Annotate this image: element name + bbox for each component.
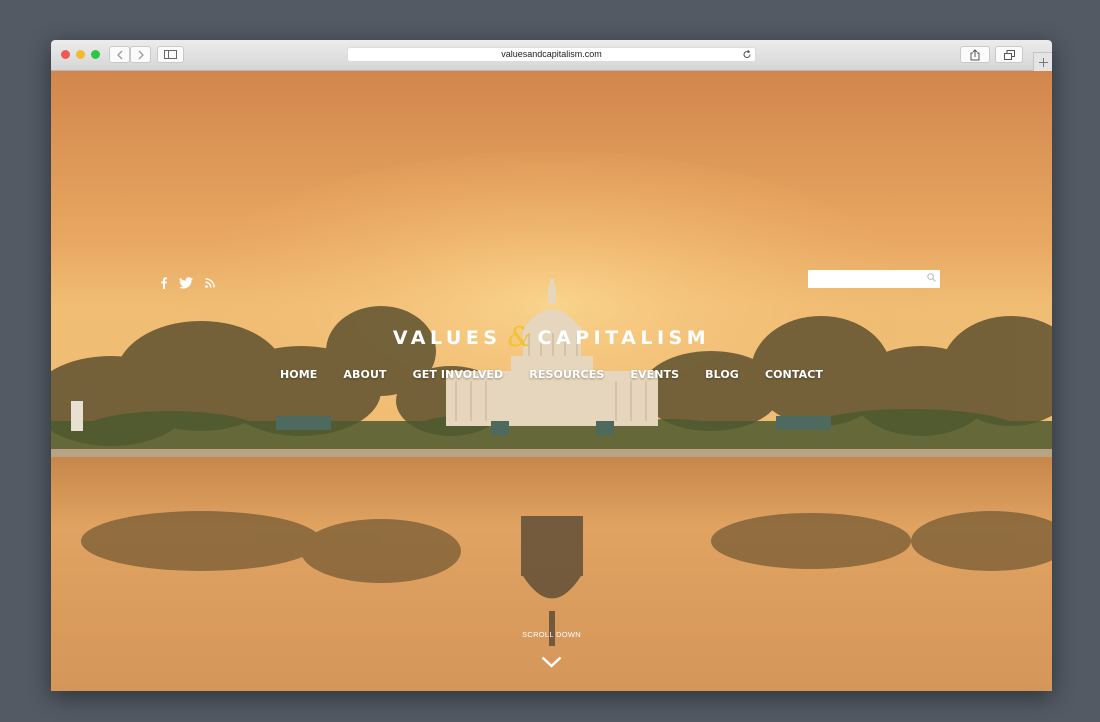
- social-links: [161, 277, 215, 289]
- facebook-icon[interactable]: [161, 277, 167, 289]
- tabs-icon: [1003, 49, 1015, 60]
- share-icon: [970, 48, 980, 60]
- rss-icon[interactable]: [205, 278, 215, 288]
- back-icon: [116, 50, 122, 59]
- hero-section: VALUES & CAPITALISM HOME ABOUT GET INVOLVE…: [51, 71, 1052, 691]
- site-search: [808, 270, 940, 290]
- nav-home[interactable]: HOME: [280, 368, 317, 381]
- browser-window: valuesandcapitalism.com VALUES & CAPITAL…: [51, 40, 1052, 691]
- sidebar-button[interactable]: [157, 46, 184, 63]
- address-bar[interactable]: valuesandcapitalism.com: [347, 47, 756, 62]
- nav-events[interactable]: EVENTS: [630, 368, 679, 381]
- minimize-window-button[interactable]: [76, 50, 85, 59]
- chevron-down-icon[interactable]: [541, 656, 562, 668]
- nav-about[interactable]: ABOUT: [343, 368, 386, 381]
- logo-ampersand: &: [507, 322, 532, 353]
- url-text: valuesandcapitalism.com: [501, 49, 602, 59]
- twitter-icon[interactable]: [179, 277, 193, 289]
- site-logo[interactable]: VALUES & CAPITALISM: [51, 322, 1052, 353]
- tabs-button[interactable]: [995, 46, 1023, 63]
- new-tab-button[interactable]: [1033, 52, 1052, 71]
- nav-get-involved[interactable]: GET INVOLVED: [413, 368, 504, 381]
- nav-contact[interactable]: CONTACT: [765, 368, 823, 381]
- share-button[interactable]: [960, 46, 990, 63]
- close-window-button[interactable]: [61, 50, 70, 59]
- logo-word-capitalism: CAPITALISM: [537, 327, 711, 349]
- browser-toolbar: valuesandcapitalism.com: [51, 40, 1052, 71]
- search-input[interactable]: [812, 271, 926, 290]
- sidebar-icon: [164, 50, 177, 59]
- back-button[interactable]: [109, 46, 130, 63]
- scroll-down-label[interactable]: SCROLL DOWN: [51, 630, 1052, 639]
- main-navigation: HOME ABOUT GET INVOLVED RESOURCES EVENTS…: [51, 368, 1052, 381]
- search-icon[interactable]: [927, 273, 936, 282]
- new-tab-icon: [1038, 57, 1048, 67]
- capitol-background-image: [51, 71, 1052, 691]
- nav-blog[interactable]: BLOG: [705, 368, 739, 381]
- forward-icon: [138, 50, 144, 59]
- nav-resources[interactable]: RESOURCES: [529, 368, 604, 381]
- zoom-window-button[interactable]: [91, 50, 100, 59]
- reload-icon[interactable]: [742, 49, 752, 60]
- forward-button[interactable]: [130, 46, 151, 63]
- logo-word-values: VALUES: [392, 327, 502, 349]
